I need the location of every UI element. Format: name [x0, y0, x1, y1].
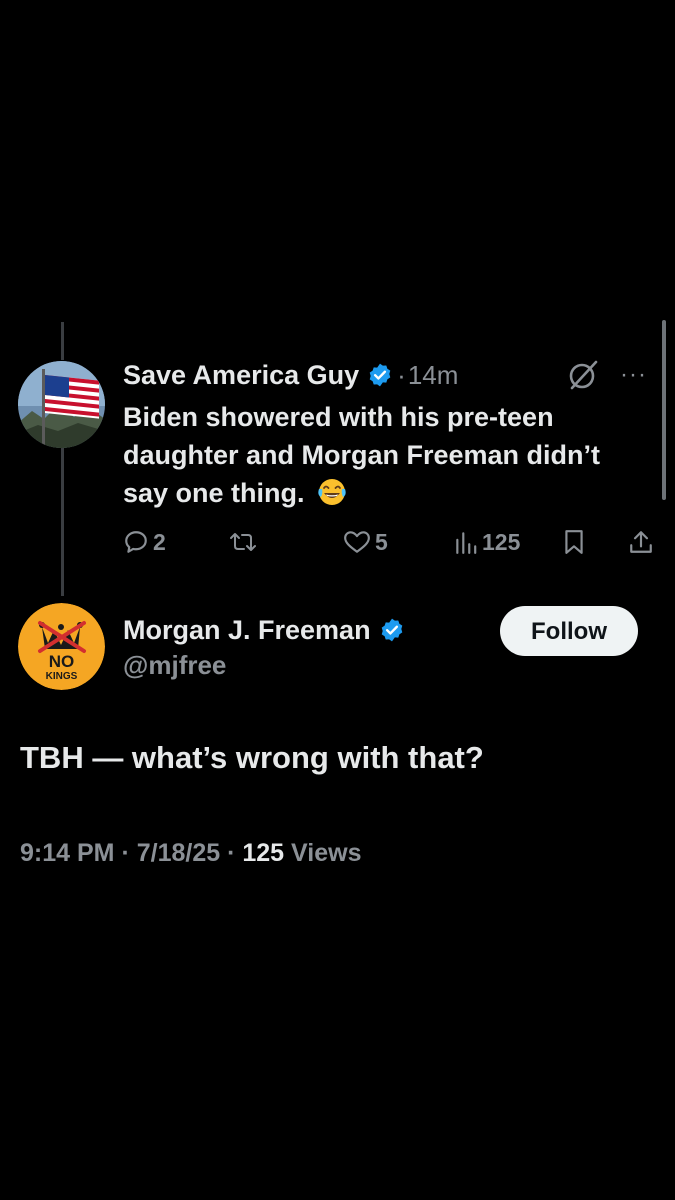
views-count: 125	[482, 528, 521, 555]
views-icon	[454, 529, 478, 555]
tweet-views-count: 125	[242, 839, 285, 867]
parent-tweet-header: Save America Guy · 14m	[123, 355, 458, 395]
avatar-save-america-guy[interactable]	[18, 361, 105, 448]
reply-author-name[interactable]: Morgan J. Freeman	[123, 615, 371, 646]
scrollbar[interactable]	[662, 320, 666, 500]
footer-separator-2: ·	[227, 839, 236, 867]
like-icon	[343, 529, 371, 555]
follow-button[interactable]: Follow	[500, 606, 638, 656]
repost-icon	[229, 529, 257, 555]
tweet-timestamp-row: 9:14 PM · 7/18/25 · 125 Views	[20, 839, 361, 868]
like-action[interactable]: 5	[343, 524, 388, 560]
share-action[interactable]	[628, 524, 654, 560]
verified-badge-icon	[367, 362, 393, 388]
repost-action[interactable]	[229, 524, 257, 560]
avatar-morgan-freeman[interactable]: NO KINGS	[18, 603, 105, 690]
views-action[interactable]: 125	[454, 524, 520, 560]
bookmark-icon	[563, 529, 585, 555]
like-count: 5	[375, 528, 388, 555]
thread-line-bottom	[61, 448, 64, 596]
thread-line-top	[61, 322, 64, 360]
parent-tweet-text: Biden showered with his pre-teen daughte…	[123, 398, 643, 512]
reply-tweet-text: TBH — what’s wrong with that?	[20, 740, 484, 775]
tweet-views-label: Views	[291, 839, 362, 867]
grok-icon[interactable]	[566, 358, 600, 392]
bookmark-action[interactable]	[563, 524, 585, 560]
parent-author-name[interactable]: Save America Guy	[123, 360, 359, 391]
avatar-kings-text: KINGS	[46, 671, 78, 682]
reply-icon	[123, 529, 149, 555]
tweet-date[interactable]: 7/18/25	[137, 839, 220, 867]
reply-count: 2	[153, 528, 166, 555]
share-icon	[628, 529, 654, 555]
parent-tweet-text-content: Biden showered with his pre-teen daughte…	[123, 402, 601, 508]
reply-action[interactable]: 2	[123, 524, 166, 560]
verified-badge-icon	[379, 617, 405, 643]
parent-time-ago[interactable]: 14m	[408, 360, 459, 391]
more-icon[interactable]: ···	[620, 363, 654, 387]
reply-tweet-header: Morgan J. Freeman	[123, 610, 405, 650]
avatar-no-text: NO	[49, 652, 75, 671]
parent-separator: ·	[397, 359, 406, 390]
face-with-tears-of-joy-icon	[316, 476, 348, 508]
footer-separator-1: ·	[121, 839, 130, 867]
tweet-time[interactable]: 9:14 PM	[20, 839, 114, 867]
reply-author-handle[interactable]: @mjfree	[123, 650, 226, 681]
